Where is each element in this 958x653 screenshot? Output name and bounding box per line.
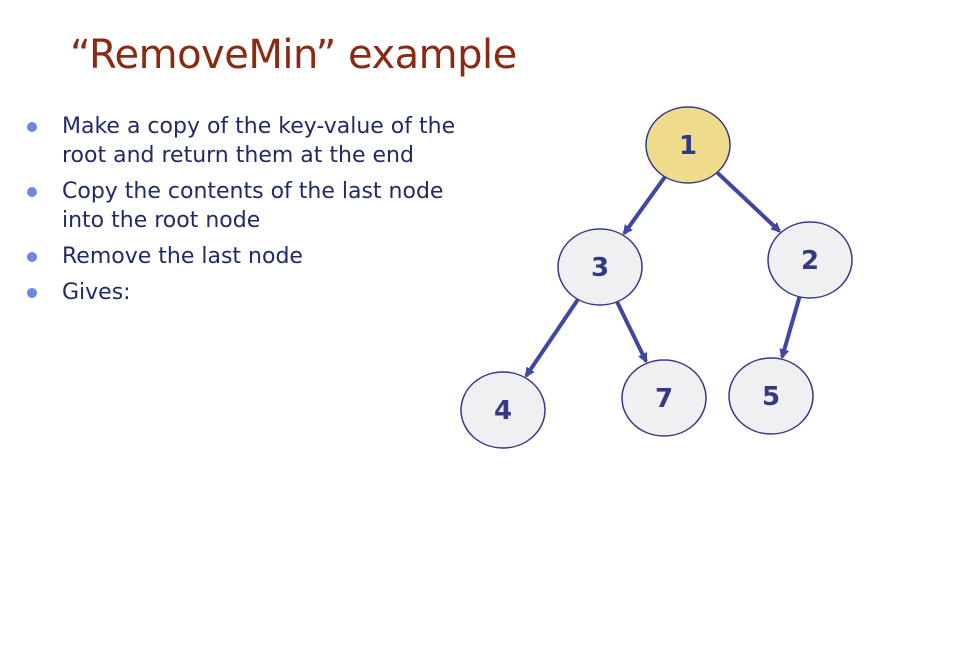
tree-node-2: 2 [767,221,853,299]
tree-node-7: 7 [621,359,707,437]
tree-node-label: 2 [801,246,819,276]
edge-n3-n4 [524,298,580,378]
tree-node-label: 3 [591,253,609,283]
tree-nodes: 1 3 2 4 7 5 [460,106,853,449]
tree-node-3: 3 [557,228,643,306]
tree-node-label: 4 [494,396,512,426]
tree-node-1: 1 [645,106,731,184]
edge-n3-n7 [615,300,648,364]
edge-n1-n2 [715,170,781,233]
edge-n1-n3 [622,175,667,236]
tree-node-label: 1 [679,131,697,161]
heap-tree-diagram: 1 3 2 4 7 5 [460,106,853,449]
tree-node-label: 5 [762,382,780,412]
edge-n2-n5 [779,296,802,360]
tree-node-label: 7 [655,384,673,414]
tree-node-5: 5 [728,357,814,435]
tree-node-4: 4 [460,371,546,449]
